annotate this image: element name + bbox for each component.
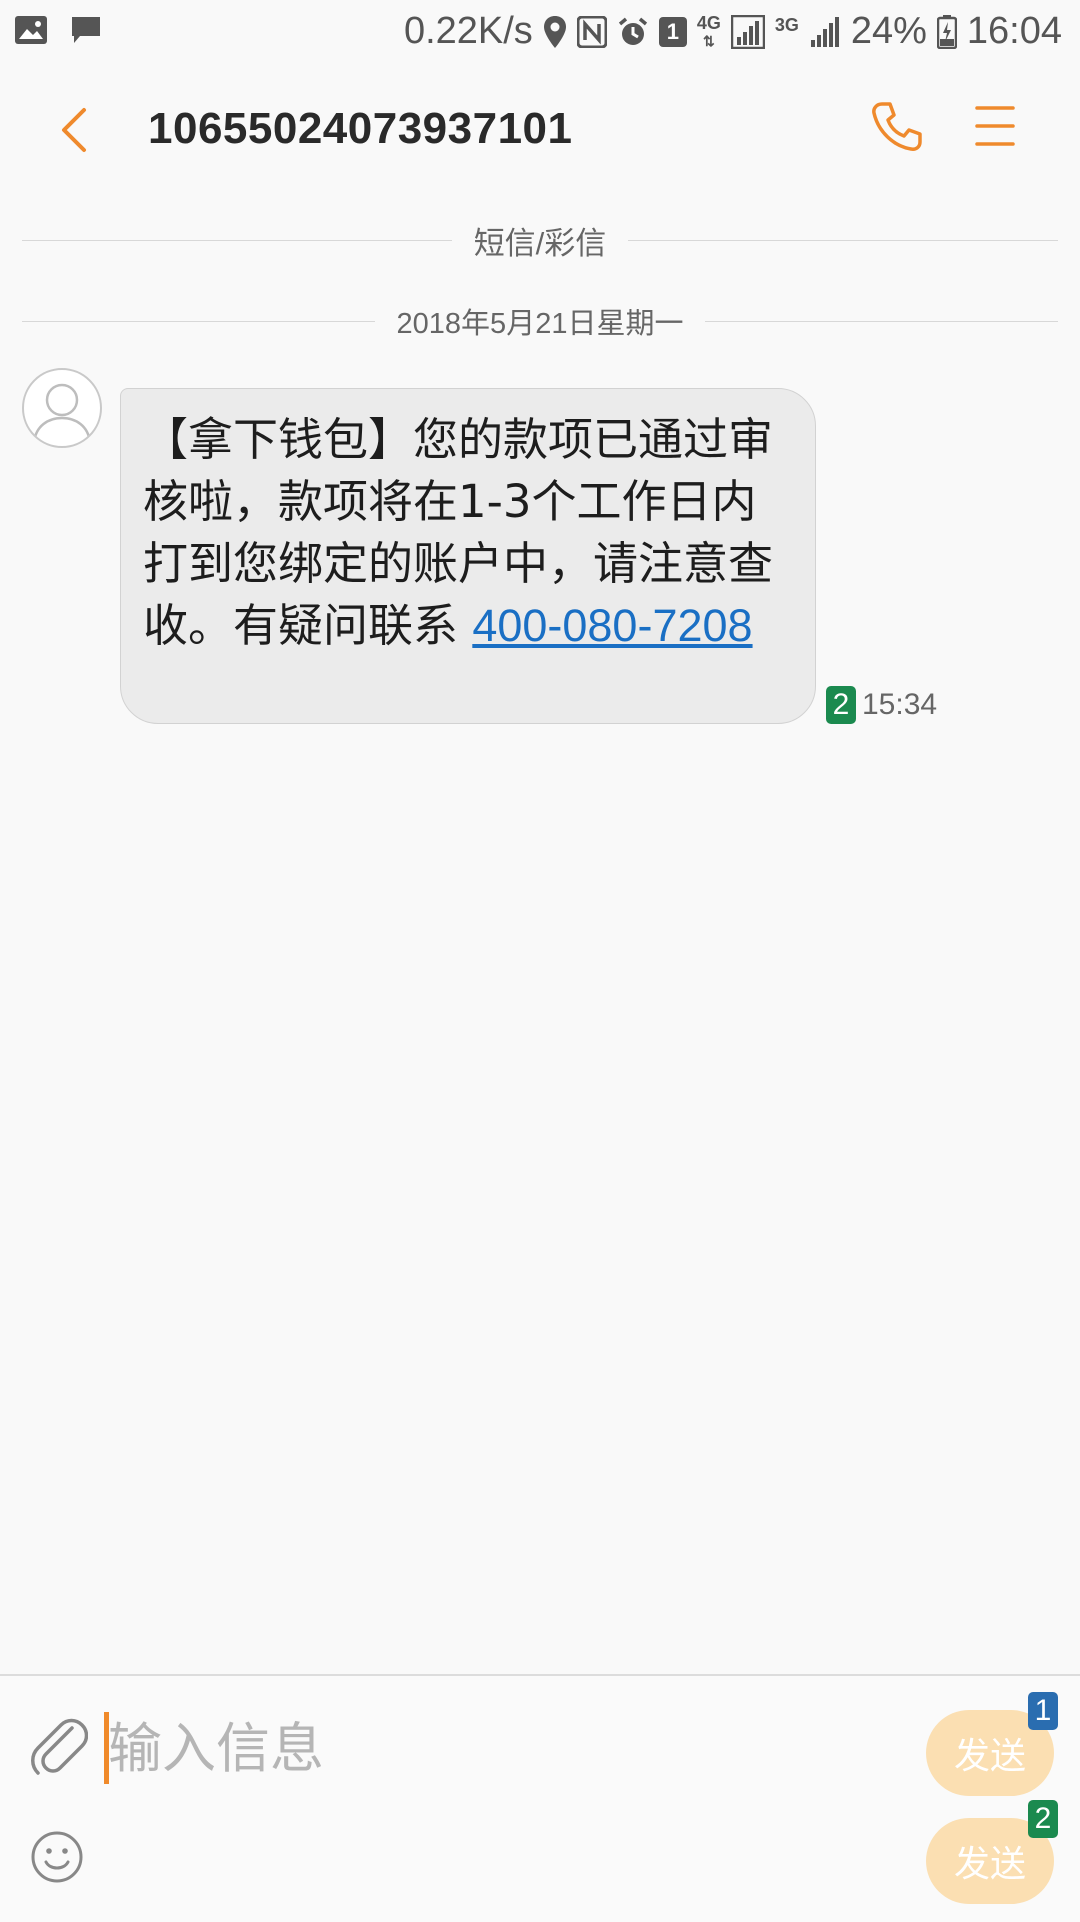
location-icon — [543, 15, 567, 49]
contact-avatar[interactable] — [22, 368, 102, 448]
divider-line — [22, 320, 375, 322]
sim-2-badge: 2 — [826, 686, 856, 724]
contact-title: 10655024073937101 — [148, 104, 573, 153]
message-bubble[interactable]: 【拿下钱包】您的款项已通过审核啦，款项将在1-3个工作日内打到您绑定的账户中，请… — [120, 388, 816, 724]
back-button[interactable] — [50, 102, 100, 158]
divider-line — [628, 240, 1058, 241]
divider-line — [705, 320, 1058, 322]
conversation-header: 10655024073937101 — [0, 66, 1080, 192]
battery-percentage: 24% — [850, 10, 927, 52]
sim-slot-badge: 1 — [658, 16, 687, 47]
message-notification-icon — [70, 14, 102, 46]
signal-strength-2-icon — [809, 16, 841, 48]
message-input[interactable] — [108, 1710, 888, 1786]
signal-strength-icon — [730, 14, 765, 49]
date-label: 2018年5月21日星期一 — [396, 308, 684, 340]
smiley-icon — [31, 1831, 83, 1883]
person-icon — [32, 383, 92, 443]
send-sim1-badge: 1 — [1028, 1692, 1058, 1730]
composer-bar: 发送 1 发送 2 — [0, 1674, 1080, 1922]
menu-button[interactable] — [974, 100, 1016, 152]
gallery-notification-icon — [14, 15, 48, 45]
message-type-label: 短信/彩信 — [473, 226, 607, 261]
nfc-icon — [576, 15, 607, 48]
clock: 16:04 — [966, 10, 1062, 52]
attach-button[interactable] — [28, 1714, 89, 1784]
phone-number-link[interactable]: 400-080-7208 — [472, 600, 752, 651]
battery-charging-icon — [936, 14, 957, 49]
date-divider: 2018年5月21日星期一 — [22, 300, 1058, 342]
send-sim2-badge: 2 — [1028, 1800, 1058, 1838]
paperclip-icon — [31, 1718, 89, 1775]
message-body: 【拿下钱包】您的款项已通过审核啦，款项将在1-3个工作日内打到您绑定的账户中，请… — [143, 409, 793, 657]
network-speed: 0.22K/s — [403, 10, 533, 52]
message-input-wrapper[interactable] — [104, 1710, 904, 1786]
emoji-button[interactable] — [30, 1830, 84, 1884]
divider-line — [22, 240, 452, 241]
data-3g-icon: 3G — [774, 15, 799, 35]
menu-icon — [975, 106, 1015, 146]
status-bar: 0.22K/s 1 4G ⇅ 3G 24% 16:04 — [0, 0, 1080, 66]
data-4g-icon: 4G ⇅ — [696, 12, 721, 49]
call-button[interactable] — [868, 98, 924, 154]
message-time: 15:34 — [862, 688, 938, 721]
alarm-icon — [617, 16, 649, 48]
chevron-left-icon — [62, 108, 86, 152]
phone-icon — [872, 102, 922, 151]
message-meta: 2 15:34 — [826, 686, 937, 724]
message-type-divider: 短信/彩信 — [22, 218, 1058, 263]
